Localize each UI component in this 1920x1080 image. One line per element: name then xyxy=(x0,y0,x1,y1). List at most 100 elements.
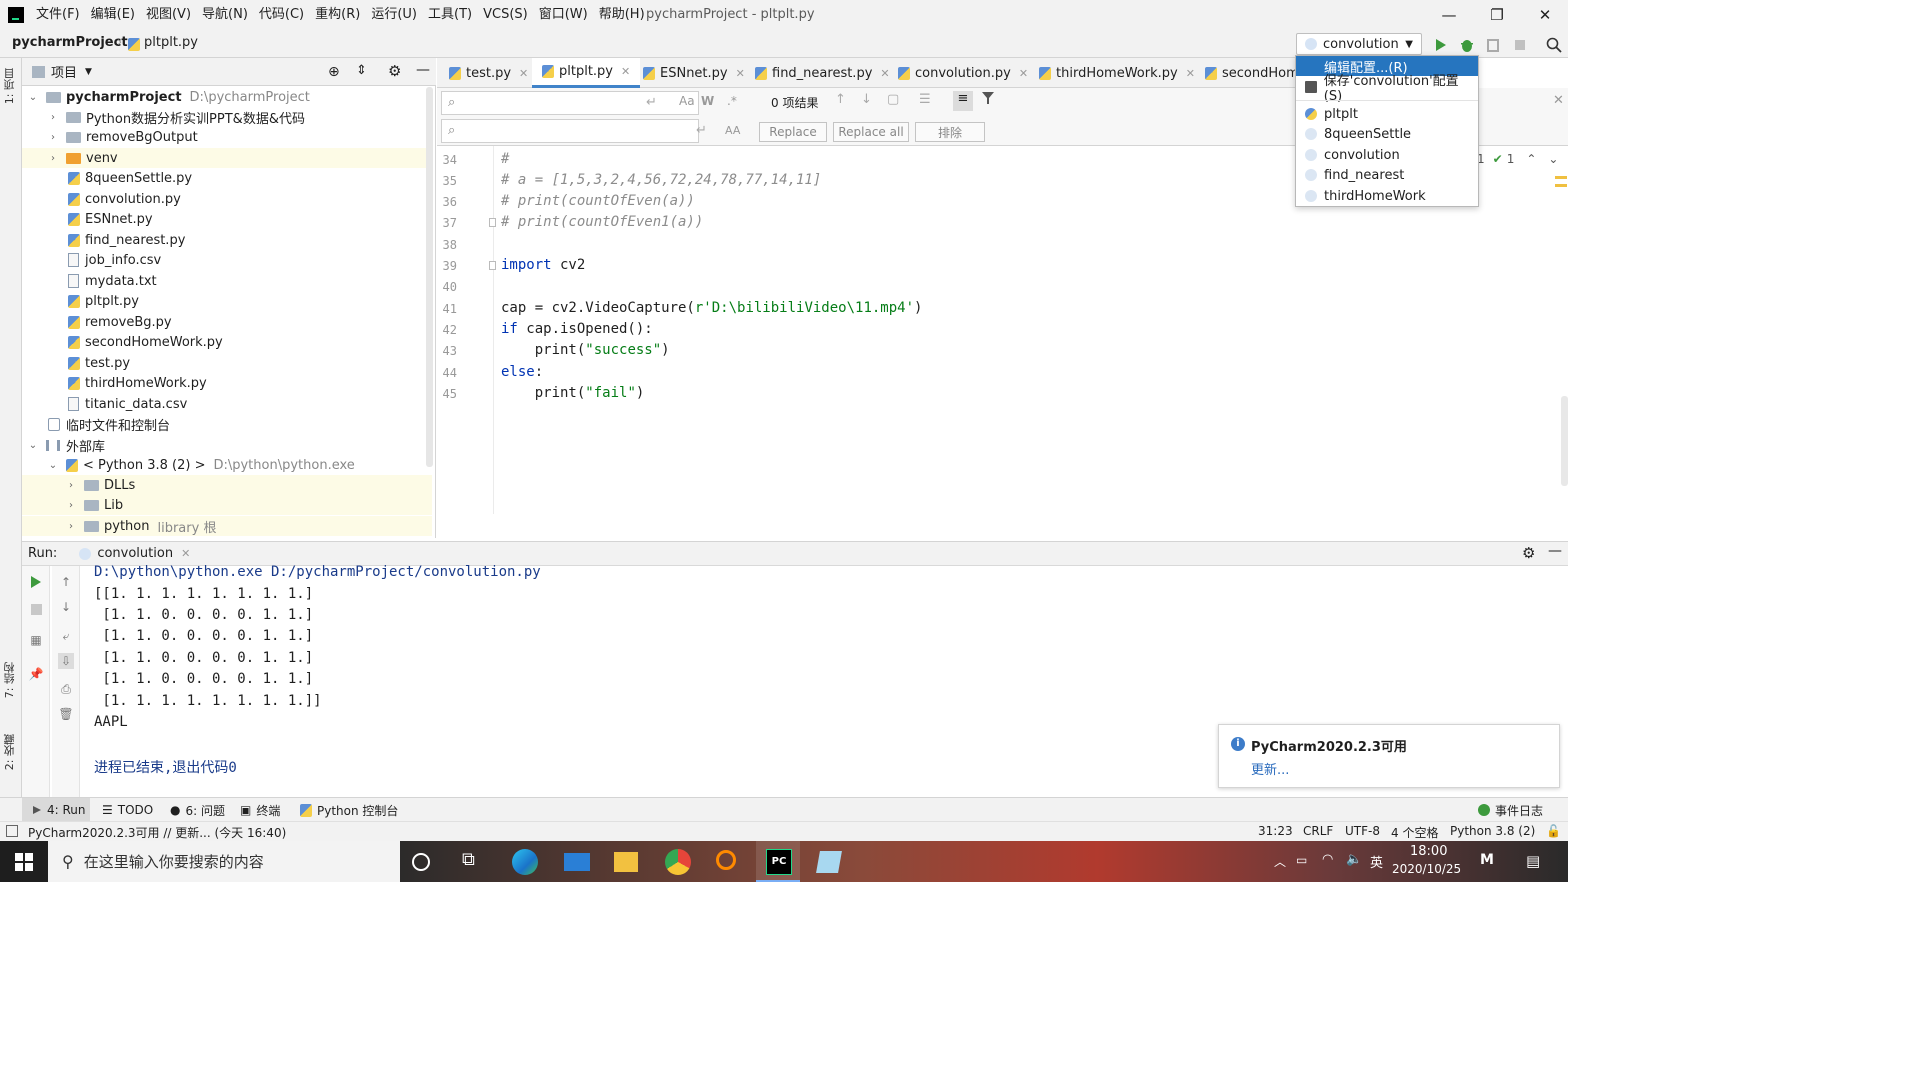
next-highlight-icon[interactable]: ⌄ xyxy=(1548,152,1558,166)
menu-code[interactable]: 代码(C) xyxy=(259,0,304,30)
notepad-icon[interactable] xyxy=(816,851,842,873)
tray-expand-icon[interactable]: ︿ xyxy=(1274,853,1286,870)
mail-icon[interactable] xyxy=(564,853,590,871)
status-line-separator[interactable]: CRLF xyxy=(1303,824,1333,838)
search-everywhere-icon[interactable] xyxy=(1545,36,1563,54)
replace-button[interactable]: Replace xyxy=(759,122,827,142)
tree-item-project-root[interactable]: ⌄ pycharmProject D:\pycharmProject xyxy=(26,87,430,107)
stop-icon[interactable] xyxy=(28,601,44,617)
tab-test-py[interactable]: test.py ✕ xyxy=(439,58,538,88)
match-case-icon[interactable]: Aa xyxy=(679,94,695,108)
tree-item-file[interactable]: secondHomeWork.py xyxy=(68,332,472,352)
newline-icon[interactable]: ↵ xyxy=(696,123,707,138)
previous-highlight-icon[interactable]: ⌃ xyxy=(1526,152,1536,166)
menu-navigate[interactable]: 导航(N) xyxy=(202,0,248,30)
pin-icon[interactable]: 📌 xyxy=(28,666,44,682)
gear-icon[interactable]: ⚙ xyxy=(1522,544,1535,562)
close-tab-icon[interactable]: ✕ xyxy=(1186,67,1195,80)
tree-item-file[interactable]: ESNnet.py xyxy=(68,209,472,229)
tree-item-folder[interactable]: › DLLs xyxy=(22,475,432,495)
replace-input[interactable]: ⌕ ↵ xyxy=(441,119,707,143)
tool-tab-python-console[interactable]: Python 控制台 xyxy=(300,798,398,822)
tab-esnnet-py[interactable]: ESNnet.py ✕ xyxy=(633,58,755,88)
input-language[interactable]: 英 xyxy=(1370,852,1383,871)
gear-icon[interactable]: ⚙ xyxy=(388,62,401,80)
chevron-down-icon[interactable]: ▼ xyxy=(85,67,92,77)
run-icon[interactable] xyxy=(1432,36,1450,54)
wifi-icon[interactable]: ◠ xyxy=(1322,852,1333,867)
close-tab-icon[interactable]: ✕ xyxy=(519,67,528,80)
scroll-up-icon[interactable]: ↑ xyxy=(58,574,74,590)
regex-icon[interactable]: .* xyxy=(727,94,737,108)
tree-item-folder[interactable]: › removeBgOutput xyxy=(46,127,450,147)
close-tab-icon[interactable]: ✕ xyxy=(181,547,190,560)
tree-item-folder[interactable]: › Python数据分析实训PPT&数据&代码 xyxy=(46,107,450,127)
tool-tab-todo[interactable]: ☰ TODO xyxy=(102,798,153,822)
coverage-icon[interactable] xyxy=(1485,36,1503,54)
scroll-to-end-icon[interactable]: ⇩ xyxy=(58,653,74,669)
project-scrollbar[interactable] xyxy=(426,87,433,467)
inspection-widget[interactable]: 1 ✔ 1 ⌃ ⌄ xyxy=(1477,152,1558,166)
previous-occurrence-icon[interactable]: ↑ xyxy=(835,92,846,107)
tool-tab-run[interactable]: 4: Run xyxy=(22,798,90,822)
tab-pltplt-py[interactable]: pltplt.py ✕ xyxy=(532,58,641,88)
error-stripe-mark[interactable] xyxy=(1555,176,1567,179)
tab-find-nearest-py[interactable]: find_nearest.py ✕ xyxy=(745,58,900,88)
chrome-icon[interactable] xyxy=(665,849,691,875)
tool-tab-structure[interactable]: 7: 结构 xyxy=(2,662,18,698)
project-panel-title[interactable]: 项目 xyxy=(51,62,77,81)
fold-marker-icon[interactable] xyxy=(489,261,496,270)
editor-scrollbar[interactable] xyxy=(1561,396,1568,486)
tree-item-scratches[interactable]: 临时文件和控制台 xyxy=(48,414,452,434)
run-tab-label[interactable]: convolution xyxy=(97,546,173,561)
tree-item-file[interactable]: test.py xyxy=(68,353,472,373)
close-tab-icon[interactable]: ✕ xyxy=(1019,67,1028,80)
next-occurrence-icon[interactable]: ↓ xyxy=(861,92,872,107)
find-input[interactable]: ⌕ ↵ xyxy=(441,91,699,115)
menu-refactor[interactable]: 重构(R) xyxy=(315,0,360,30)
menu-run[interactable]: 运行(U) xyxy=(371,0,417,30)
tab-convolution-py[interactable]: convolution.py ✕ xyxy=(888,58,1038,88)
ime-icon[interactable]: M xyxy=(1480,852,1494,868)
close-tab-icon[interactable]: ✕ xyxy=(621,65,630,78)
filter-options-icon[interactable]: ☰ xyxy=(919,92,931,107)
error-stripe-mark[interactable] xyxy=(1555,184,1567,187)
layout-icon[interactable]: ▦ xyxy=(28,632,44,648)
tool-tab-project[interactable]: 1: 项目 xyxy=(2,68,18,104)
taskbar-search-box[interactable]: ⚲ 在这里输入你要搜索的内容 xyxy=(48,841,400,882)
soft-wrap-icon[interactable]: ⤶ xyxy=(58,628,74,644)
stop-icon[interactable] xyxy=(1511,36,1529,54)
tool-tab-favorites[interactable]: 2: 收藏 xyxy=(2,734,18,770)
menu-tools[interactable]: 工具(T) xyxy=(428,0,472,30)
newline-icon[interactable]: ↵ xyxy=(646,95,657,110)
tree-item-python-sdk[interactable]: ⌄ < Python 3.8 (2) > D:\python\python.ex… xyxy=(46,455,450,475)
restore-button[interactable]: ❐ xyxy=(1474,0,1520,30)
status-indent[interactable]: 4 个空格 xyxy=(1391,824,1438,841)
tree-item-file[interactable]: find_nearest.py xyxy=(68,230,472,250)
run-config-selector[interactable]: convolution ▼ xyxy=(1296,33,1422,55)
save-configuration-item[interactable]: 保存'convolution'配置 (S) xyxy=(1296,74,1478,104)
collapse-all-icon[interactable]: ⇕ xyxy=(356,63,367,78)
tree-item-file[interactable]: thirdHomeWork.py xyxy=(68,373,472,393)
tool-tab-problems[interactable]: ● 6: 问题 xyxy=(170,798,225,822)
status-cursor-position[interactable]: 31:23 xyxy=(1258,824,1293,838)
close-button[interactable]: ✕ xyxy=(1522,0,1568,30)
preserve-case-icon[interactable]: AA xyxy=(725,124,740,137)
tree-item-file[interactable]: titanic_data.csv xyxy=(68,394,472,414)
toggle-tool-windows-icon[interactable] xyxy=(6,825,18,837)
status-interpreter[interactable]: Python 3.8 (2) xyxy=(1450,824,1535,838)
tree-item-folder[interactable]: › python library 根 xyxy=(22,516,432,536)
lock-icon[interactable]: 🔓 xyxy=(1546,824,1561,838)
menu-file[interactable]: 文件(F) xyxy=(36,0,80,30)
status-encoding[interactable]: UTF-8 xyxy=(1345,824,1380,838)
scroll-down-icon[interactable]: ↓ xyxy=(58,599,74,615)
tree-item-file[interactable]: removeBg.py xyxy=(68,312,472,332)
select-all-occurrences-icon[interactable]: ▢ xyxy=(887,92,899,107)
volume-icon[interactable]: 🔈 xyxy=(1346,852,1362,867)
replace-all-button[interactable]: Replace all xyxy=(833,122,909,142)
edge-browser-icon[interactable] xyxy=(512,849,538,875)
breadcrumb-project[interactable]: pycharmProject xyxy=(12,35,128,50)
trash-icon[interactable]: 🗑 xyxy=(58,706,74,722)
tree-item-file[interactable]: convolution.py xyxy=(68,189,472,209)
config-item-pltplt[interactable]: pltplt xyxy=(1296,104,1478,124)
